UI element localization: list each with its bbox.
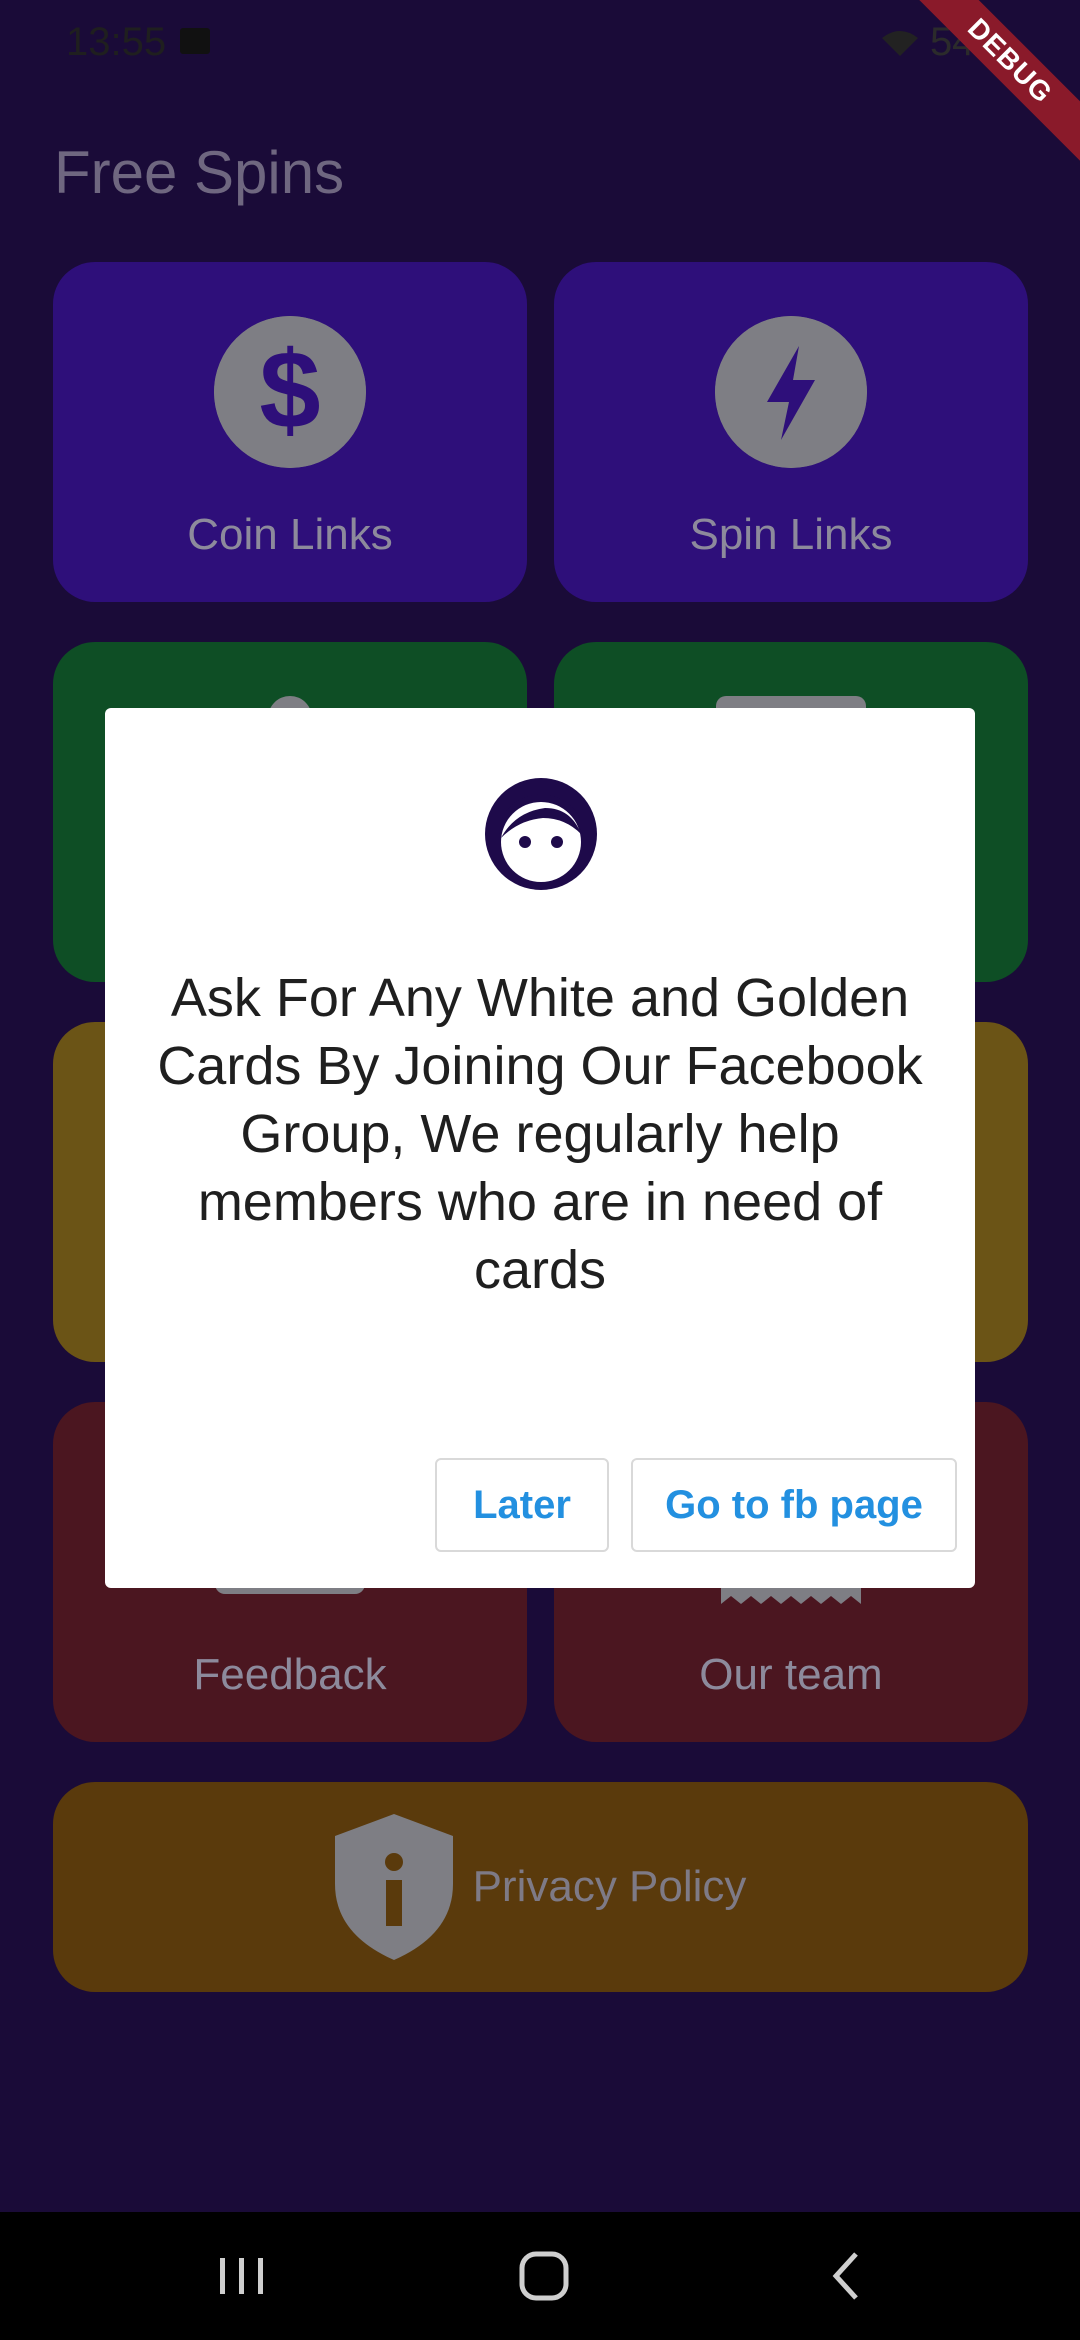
svg-text:$: $ [259, 329, 320, 452]
dollar-icon: $ [214, 316, 366, 468]
gallery-notification-icon [180, 28, 210, 54]
our-team-label: Our team [699, 1650, 883, 1699]
spin-links-label: Spin Links [689, 510, 893, 559]
privacy-policy-tile[interactable]: Privacy Policy [53, 1782, 1028, 1992]
face-icon [485, 778, 597, 890]
page-title: Free Spins [54, 139, 345, 206]
wifi-icon [881, 30, 918, 56]
spin-links-tile[interactable]: Spin Links [554, 262, 1028, 602]
coin-links-tile[interactable]: $ Coin Links [53, 262, 527, 602]
recents-icon[interactable] [210, 2244, 274, 2308]
back-icon[interactable] [816, 2244, 880, 2308]
coin-links-label: Coin Links [187, 510, 393, 559]
lightning-icon [715, 316, 867, 468]
feedback-label: Feedback [193, 1650, 387, 1699]
app-background: 13:55 54% DEBUG Free Spins $ Coin Links … [0, 0, 1080, 2212]
navigation-bar [0, 2212, 1080, 2340]
privacy-policy-content: Privacy Policy [53, 1782, 1028, 1992]
privacy-policy-label: Privacy Policy [472, 1862, 747, 1911]
status-bar: 13:55 54% DEBUG [0, 0, 1080, 175]
facebook-group-dialog: Ask For Any White and Golden Cards By Jo… [105, 708, 975, 1588]
dialog-message: Ask For Any White and Golden Cards By Jo… [157, 968, 923, 1300]
later-button[interactable]: Later [435, 1458, 609, 1552]
home-icon[interactable] [512, 2244, 576, 2308]
status-time: 13:55 [66, 20, 167, 64]
shield-info-icon [334, 1814, 453, 1960]
go-to-fb-page-button[interactable]: Go to fb page [631, 1458, 957, 1552]
